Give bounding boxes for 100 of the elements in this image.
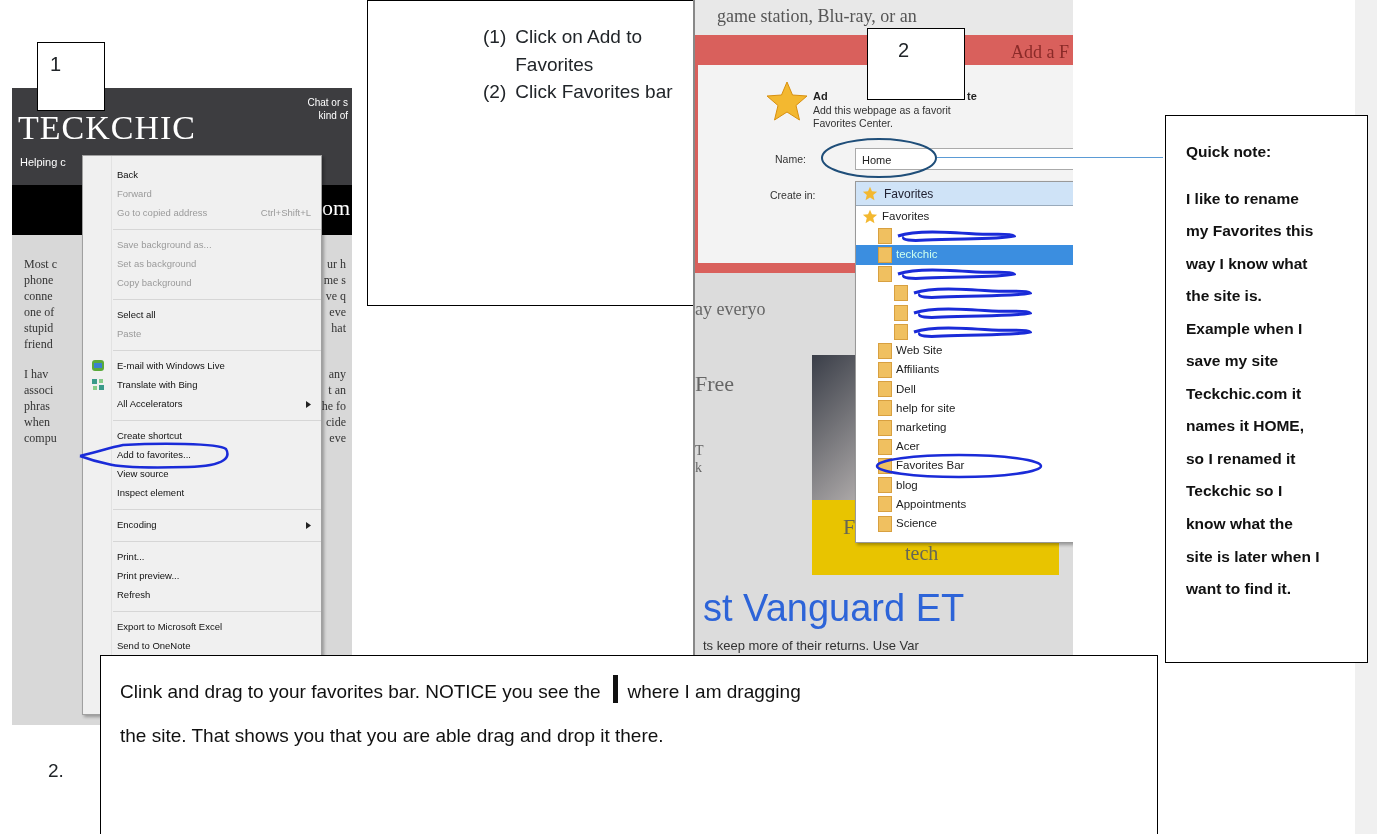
submenu-arrow-icon bbox=[306, 401, 311, 408]
star-icon bbox=[765, 80, 809, 122]
instruction-text: Click on Add to Favorites bbox=[515, 25, 643, 77]
folder-icon bbox=[894, 323, 908, 340]
article-text: I hav bbox=[24, 366, 49, 381]
menu-item[interactable]: Print... bbox=[83, 548, 321, 567]
folder-icon bbox=[894, 285, 908, 302]
folder-item[interactable]: marketing bbox=[856, 418, 1073, 438]
folder-icon bbox=[878, 381, 892, 398]
folder-item[interactable]: help for site bbox=[856, 398, 1073, 419]
menu-item[interactable]: Back bbox=[83, 166, 321, 185]
instruction-text: Clink and drag to your favorites bar. NOTICE you see the bbox=[120, 680, 601, 704]
folder-icon bbox=[878, 266, 892, 283]
article-text: friend bbox=[24, 336, 53, 351]
dropdown-value: Favorites bbox=[884, 185, 934, 203]
menu-item[interactable]: All Accelerators bbox=[83, 395, 321, 414]
submenu-arrow-icon bbox=[306, 522, 311, 529]
step-number: 2 bbox=[867, 28, 965, 100]
dialog-title: Add a F bbox=[1011, 41, 1069, 64]
star-icon bbox=[862, 186, 878, 201]
article-text: t an bbox=[328, 382, 346, 397]
article-text: when bbox=[24, 414, 50, 429]
article-text: one of bbox=[24, 304, 55, 319]
folder-item[interactable]: blog bbox=[856, 475, 1073, 495]
menu-item[interactable]: Print preview... bbox=[83, 567, 321, 586]
note-heading: Quick note: bbox=[1186, 142, 1273, 162]
tagline-text: Helping c bbox=[20, 155, 66, 170]
article-text: ur h bbox=[327, 256, 346, 271]
ad-headline: st Vanguard ET bbox=[703, 586, 965, 631]
banner-text: om bbox=[321, 194, 350, 222]
menu-item[interactable]: Export to Microsoft Excel bbox=[83, 618, 321, 637]
page-text: F bbox=[843, 513, 856, 541]
folder-icon bbox=[894, 304, 908, 321]
site-logo: TECKCHIC bbox=[18, 108, 196, 148]
folder-icon bbox=[878, 342, 892, 359]
folder-icon bbox=[878, 477, 892, 494]
menu-item[interactable]: Create shortcut bbox=[83, 427, 321, 446]
tagline-text: kind of bbox=[317, 109, 348, 122]
folder-item[interactable]: Affiliants bbox=[856, 360, 1073, 380]
dialog-description: Favorites Center. bbox=[813, 116, 894, 130]
instruction-text: Click Favorites bar bbox=[515, 80, 673, 105]
instruction-text: where I am dragging bbox=[627, 680, 801, 704]
mail-icon bbox=[91, 359, 105, 372]
page-text: T bbox=[695, 442, 704, 460]
page-text: tech bbox=[905, 541, 939, 566]
page-text: ay everyo bbox=[695, 298, 766, 321]
folder-icon bbox=[878, 227, 892, 244]
field-label: Name: bbox=[775, 152, 806, 167]
menu-item[interactable]: Select all bbox=[83, 306, 321, 325]
menu-item[interactable]: Add to favorites... bbox=[83, 446, 321, 465]
step-number: 1 bbox=[37, 42, 105, 111]
folder-item[interactable]: Favorites bbox=[856, 207, 1073, 227]
folder-item[interactable]: Appointments bbox=[856, 494, 1073, 514]
folder-icon bbox=[878, 246, 892, 263]
dialog-heading: te bbox=[967, 89, 977, 104]
name-field[interactable]: Home bbox=[855, 148, 1073, 170]
folder-dropdown[interactable]: Favorites Favorites teckchic Web Site Affiliants Dell help for site marketing Acer Favorites Bar blog Appointments Science bbox=[855, 181, 1073, 543]
step-marker: (1) bbox=[483, 25, 507, 49]
page-text: Free bbox=[695, 370, 735, 398]
translate-icon bbox=[91, 378, 105, 391]
article-text: cide bbox=[326, 414, 346, 429]
folder-icon bbox=[878, 362, 892, 379]
menu-item[interactable]: E-mail with Windows Live bbox=[83, 357, 321, 376]
instruction-text: the site. That shows you that you are able drag and drop it there. bbox=[120, 724, 665, 748]
menu-item[interactable]: View source bbox=[83, 465, 321, 484]
article-text: stupid bbox=[24, 320, 54, 335]
article-text: hat bbox=[331, 320, 346, 335]
folder-item[interactable]: Favorites Bar bbox=[856, 456, 1073, 476]
folder-icon bbox=[878, 515, 892, 532]
folder-icon bbox=[878, 400, 892, 417]
article-text: Most c bbox=[24, 256, 57, 271]
article-text: ve q bbox=[325, 288, 346, 303]
article-text: he fo bbox=[321, 398, 346, 413]
folder-icon bbox=[878, 419, 892, 436]
menu-item[interactable]: Refresh bbox=[83, 586, 321, 605]
article-text: compu bbox=[24, 430, 57, 445]
page-text: k bbox=[695, 459, 702, 477]
menu-item[interactable]: Encoding bbox=[83, 516, 321, 535]
field-label: Create in: bbox=[770, 188, 816, 203]
folder-item[interactable]: Web Site bbox=[856, 341, 1073, 361]
folder-icon bbox=[878, 496, 892, 513]
folder-item[interactable]: Dell bbox=[856, 379, 1073, 399]
star-icon bbox=[862, 209, 878, 225]
note-text: I like to rename my Favorites this way I know what the site is. Example when I save my site Teckchic.com it names it HOME, so I renamed it Teckchic so I know what the site is later when I want to find it. bbox=[1186, 188, 1321, 600]
menu-item[interactable]: Send to OneNote bbox=[83, 637, 321, 656]
step-number: 2. bbox=[48, 759, 64, 783]
article-text: any bbox=[328, 366, 346, 381]
article-text: eve bbox=[329, 430, 346, 445]
folder-item[interactable]: Science bbox=[856, 514, 1073, 534]
article-text: eve bbox=[329, 304, 346, 319]
tagline-text: Chat or s bbox=[307, 96, 348, 109]
article-text: phras bbox=[24, 398, 50, 413]
menu-item[interactable]: Inspect element bbox=[83, 484, 321, 503]
menu-item[interactable]: Translate with Bing bbox=[83, 376, 321, 395]
article-text: phone bbox=[24, 272, 54, 287]
ad-text: ts keep more of their returns. Use Var bbox=[703, 637, 919, 655]
article-text: me s bbox=[323, 272, 346, 287]
page-text: game station, Blu-ray, or an bbox=[695, 0, 1073, 35]
folder-item[interactable]: Acer bbox=[856, 437, 1073, 457]
dialog-description: Add this webpage as a favorit bbox=[813, 104, 951, 117]
